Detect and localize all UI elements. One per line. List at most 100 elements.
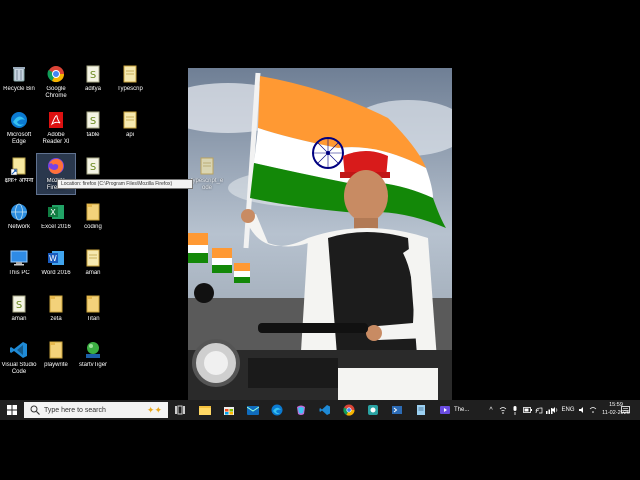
excel-icon: X bbox=[46, 202, 66, 222]
tray-volume-secondary[interactable] bbox=[578, 400, 588, 420]
desktop-icon-recycle-bin[interactable]: Recycle Bin bbox=[0, 64, 38, 93]
task-view-icon bbox=[175, 405, 185, 415]
edge-icon bbox=[271, 404, 283, 416]
copilot-sparkle-icon: ✦✦ bbox=[146, 404, 162, 415]
desktop-icon-label: Word 2016 bbox=[41, 270, 71, 276]
wifi-signal-icon bbox=[589, 407, 597, 413]
desktop-icon-label: Visual Studio Code bbox=[1, 362, 37, 375]
desktop-icon-label: aditya bbox=[84, 86, 101, 92]
store-icon bbox=[224, 407, 234, 415]
file-icon bbox=[83, 248, 103, 268]
folder-icon bbox=[46, 340, 66, 360]
desktop-icon-label: coding bbox=[84, 224, 102, 230]
battery-icon bbox=[522, 407, 532, 413]
chrome-icon bbox=[46, 64, 66, 84]
desktop-icon-typescrip[interactable]: Typescrip bbox=[111, 64, 149, 93]
desktop-icon-label: Google Chrome bbox=[45, 86, 67, 99]
this-pc-icon bbox=[9, 248, 29, 268]
desktop-icon-label: Excel 2016 bbox=[41, 224, 71, 230]
desktop-icon-label: Titan bbox=[86, 316, 100, 322]
desktop-icon-table[interactable]: S table bbox=[74, 110, 112, 139]
svg-text:S: S bbox=[16, 300, 22, 311]
vscode-icon bbox=[319, 405, 330, 415]
desktop-icon-typescript-dragged[interactable]: typescript_e ode bbox=[190, 156, 224, 192]
taskbar-store[interactable] bbox=[220, 400, 238, 420]
taskbar-vscode[interactable] bbox=[316, 400, 334, 420]
tray-mic[interactable] bbox=[510, 400, 520, 420]
mail-icon bbox=[247, 406, 259, 415]
desktop-icon-aman-file[interactable]: S aman bbox=[0, 294, 38, 323]
desktop-icon-excel[interactable]: X Excel 2016 bbox=[37, 202, 75, 231]
desktop-icon-label: playwrite bbox=[44, 362, 68, 368]
desktop-icon-word[interactable]: W Word 2016 bbox=[37, 248, 75, 277]
desktop-icon-chrome[interactable]: Google Chrome bbox=[37, 64, 75, 100]
desktop-icon-aman[interactable]: aman bbox=[74, 248, 112, 277]
taskbar-notepad[interactable] bbox=[412, 400, 430, 420]
tray-network[interactable] bbox=[498, 400, 508, 420]
desktop-icon-shortcut[interactable]: क्ष्रक+ अपिनी bbox=[0, 156, 38, 185]
taskbar-mail[interactable] bbox=[244, 400, 262, 420]
svg-text:S: S bbox=[90, 70, 96, 81]
desktop-icon-this-pc[interactable]: This PC bbox=[0, 248, 38, 277]
file-explorer-icon bbox=[199, 406, 211, 415]
desktop: Recycle Bin Microsoft Edge क्ष्रक+ अपिनी… bbox=[0, 60, 640, 420]
desktop-icon-label: startvTiger bbox=[78, 362, 108, 368]
tiger-icon bbox=[83, 340, 103, 360]
text-file-icon: S bbox=[83, 110, 103, 130]
microphone-icon bbox=[513, 405, 517, 415]
text-file-icon: S bbox=[83, 156, 103, 176]
notification-center-button[interactable] bbox=[618, 400, 632, 420]
volume-icon bbox=[551, 407, 558, 413]
taskbar-copilot[interactable] bbox=[292, 400, 310, 420]
edge-icon bbox=[9, 110, 29, 130]
desktop-icon-zeta[interactable]: zeta bbox=[37, 294, 75, 323]
speaker-icon bbox=[579, 407, 583, 413]
acrobat-icon bbox=[46, 110, 66, 130]
tray-cast[interactable] bbox=[534, 400, 544, 420]
desktop-icon-label: api bbox=[125, 132, 134, 138]
svg-text:X: X bbox=[50, 208, 56, 217]
taskbar-active-window[interactable]: The... bbox=[440, 400, 480, 420]
desktop-icon-adobe-reader[interactable]: Adobe Reader XI bbox=[37, 110, 75, 146]
desktop-icon-aditya[interactable]: S aditya bbox=[74, 64, 112, 93]
desktop-icon-label: table bbox=[86, 132, 100, 138]
desktop-icon-network[interactable]: Network bbox=[0, 202, 38, 231]
taskbar-edge[interactable] bbox=[268, 400, 286, 420]
taskbar: Type here to search ✦✦ The... ^ ENG 15:5… bbox=[0, 400, 640, 420]
text-file-icon: S bbox=[83, 64, 103, 84]
desktop-icon-label: This PC bbox=[8, 270, 30, 276]
start-button[interactable] bbox=[2, 400, 22, 420]
tray-battery[interactable] bbox=[522, 400, 532, 420]
desktop-icon-startvtiger[interactable]: startvTiger bbox=[74, 340, 112, 369]
desktop-icon-vscode[interactable]: Visual Studio Code bbox=[0, 340, 38, 376]
desktop-icon-label: Recycle Bin bbox=[3, 86, 35, 92]
vscode-icon bbox=[9, 340, 29, 360]
notification-icon bbox=[620, 406, 630, 413]
tray-wifi-2[interactable] bbox=[588, 400, 598, 420]
folder-icon bbox=[46, 294, 66, 314]
desktop-icon-coding[interactable]: coding bbox=[74, 202, 112, 231]
desktop-icon-edge[interactable]: Microsoft Edge bbox=[0, 110, 38, 146]
desktop-icon-unnamed-file[interactable]: S bbox=[74, 156, 112, 178]
taskbar-snipping-tool[interactable] bbox=[364, 400, 382, 420]
tray-overflow-button[interactable]: ^ bbox=[486, 400, 496, 420]
taskbar-chrome[interactable] bbox=[340, 400, 358, 420]
notepad-icon bbox=[417, 405, 425, 415]
task-view-button[interactable] bbox=[172, 400, 188, 420]
search-box[interactable]: Type here to search ✦✦ bbox=[24, 402, 168, 418]
tray-volume[interactable] bbox=[550, 400, 560, 420]
desktop-icon-titan[interactable]: Titan bbox=[74, 294, 112, 323]
copilot-icon bbox=[297, 405, 305, 415]
text-file-icon: S bbox=[9, 294, 29, 314]
taskbar-powershell[interactable] bbox=[388, 400, 406, 420]
desktop-icon-label: typescript_e ode bbox=[190, 178, 224, 191]
desktop-icon-playwrite[interactable]: playwrite bbox=[37, 340, 75, 369]
tray-language[interactable]: ENG bbox=[560, 400, 576, 420]
wifi-icon bbox=[499, 407, 507, 414]
desktop-icon-label: aman bbox=[85, 270, 101, 276]
firefox-icon bbox=[46, 156, 66, 176]
snipping-tool-icon bbox=[368, 405, 378, 415]
taskbar-file-explorer[interactable] bbox=[196, 400, 214, 420]
cast-icon bbox=[535, 407, 543, 414]
desktop-icon-api[interactable]: api bbox=[111, 110, 149, 139]
